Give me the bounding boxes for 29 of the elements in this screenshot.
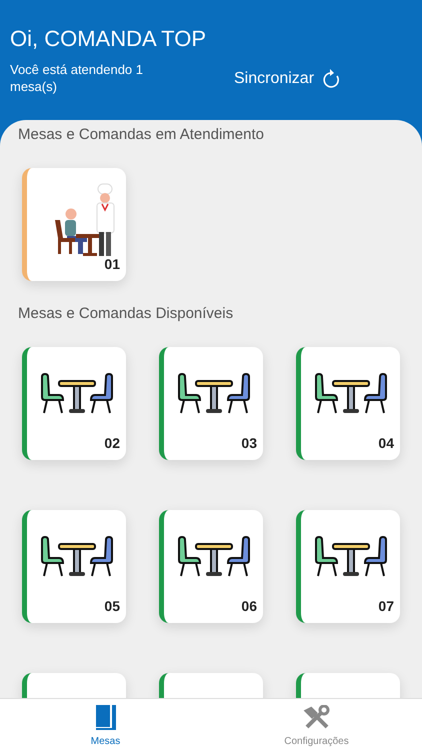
table-card[interactable]: 06: [159, 510, 263, 623]
table-number: 01: [104, 255, 120, 274]
greeting-title: Oi, COMANDA TOP: [10, 26, 208, 52]
section-title: Mesas e Comandas em Atendimento: [18, 126, 265, 144]
table-card[interactable]: 03: [159, 347, 263, 460]
table-and-chairs-icon: [38, 536, 114, 578]
table-number: 04: [378, 434, 394, 453]
table-and-chairs-icon: [176, 536, 252, 578]
table-card[interactable]: 07: [296, 510, 400, 623]
table-and-chairs-icon: [312, 373, 388, 415]
table-number: 03: [241, 434, 257, 453]
table-and-chairs-icon: [312, 536, 388, 578]
table-and-chairs-icon: [38, 373, 114, 415]
book-icon: [94, 705, 116, 731]
table-number: 06: [241, 597, 257, 616]
table-card[interactable]: 05: [22, 510, 126, 623]
table-and-chairs-icon: [176, 373, 252, 415]
table-number: 05: [104, 597, 120, 616]
tools-icon: [302, 705, 330, 731]
status-text: Você está atendendo 1 mesa(s): [10, 62, 144, 95]
tab-button[interactable]: Configurações: [211, 699, 422, 750]
table-card[interactable]: 04: [296, 347, 400, 460]
sync-button[interactable]: Sincronizar: [234, 66, 342, 91]
table-card[interactable]: 01: [22, 168, 126, 281]
table-card[interactable]: 02: [22, 347, 126, 460]
table-number: 07: [378, 597, 394, 616]
table-number: 02: [104, 434, 120, 453]
tab-button[interactable]: Mesas: [0, 699, 211, 750]
section-title: Mesas e Comandas Disponíveis: [18, 305, 234, 323]
